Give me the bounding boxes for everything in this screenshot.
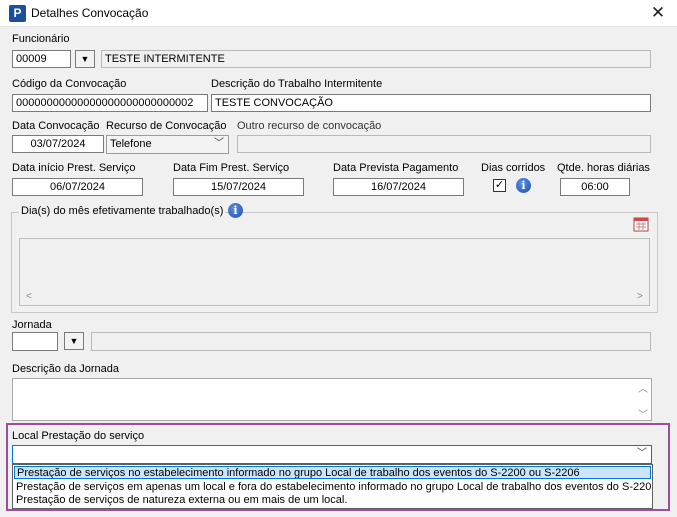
data-fim-field[interactable]: 15/07/2024 [173,178,304,196]
funcionario-label: Funcionário [12,33,70,45]
data-pagamento-field[interactable]: 16/07/2024 [333,178,464,196]
close-icon[interactable]: ✕ [643,1,673,25]
funcionario-lookup-button[interactable]: ▼ [75,50,95,68]
descricao-jornada-label: Descrição da Jornada [12,363,120,375]
local-prestacao-options: Prestação de serviços no estabelecimento… [12,464,653,509]
data-convocacao-field[interactable]: 03/07/2024 [12,135,104,153]
jornada-code-field[interactable] [12,332,58,351]
scroll-right-icon[interactable]: > [637,291,643,302]
data-pagamento-label: Data Prevista Pagamento [333,162,459,174]
descricao-jornada-textarea[interactable] [12,378,652,421]
data-fim-label: Data Fim Prest. Serviço [173,162,290,174]
dias-corridos-checkbox[interactable]: ✓ [493,179,506,192]
dias-corridos-label: Dias corridos [481,162,546,174]
app-logo-icon: P [9,5,26,22]
recurso-select[interactable]: Telefone ﹀ [106,135,229,154]
qtde-horas-field[interactable]: 06:00 [560,178,630,196]
dias-mes-grid[interactable] [19,238,650,306]
window-title: Detalhes Convocação [31,6,149,20]
data-inicio-field[interactable]: 06/07/2024 [12,178,143,196]
jornada-name-field [91,332,651,351]
jornada-label: Jornada [12,319,52,331]
scroll-down-icon[interactable]: ﹀ [638,406,648,421]
local-option-3[interactable]: Prestação de serviços de natureza extern… [14,494,651,507]
chevron-down-icon: ﹀ [214,138,224,149]
info-icon[interactable]: i [516,178,531,193]
descricao-trabalho-label: Descrição do Trabalho Intermitente [211,78,383,90]
local-option-2[interactable]: Prestação de serviços em apenas um local… [14,481,651,494]
scroll-left-icon[interactable]: < [26,291,32,302]
local-prestacao-label: Local Prestação do serviço [12,430,145,442]
local-option-1[interactable]: Prestação de serviços no estabelecimento… [14,466,651,479]
data-convocacao-label: Data Convocação [12,120,100,132]
data-inicio-label: Data início Prest. Serviço [12,162,136,174]
dias-mes-label: Dia(s) do mês efetivamente trabalhado(s) [19,205,226,217]
jornada-lookup-button[interactable]: ▼ [64,332,84,350]
local-prestacao-select[interactable]: ﹀ [12,445,652,464]
outro-recurso-field [237,135,651,153]
descricao-trabalho-field[interactable]: TESTE CONVOCAÇÃO [211,94,651,112]
codigo-field[interactable]: 00000000000000000000000000002 [12,94,208,112]
outro-recurso-label: Outro recurso de convocação [237,120,382,132]
qtde-horas-label: Qtde. horas diárias [557,162,650,174]
codigo-label: Código da Convocação [12,78,127,90]
funcionario-code-field[interactable]: 00009 [12,50,71,68]
recurso-label: Recurso de Convocação [106,120,227,132]
info-icon[interactable]: i [228,203,243,218]
calendar-icon[interactable] [633,216,649,232]
chevron-down-icon: ﹀ [637,448,647,459]
funcionario-name-field: TESTE INTERMITENTE [101,50,651,68]
scroll-up-icon[interactable]: ︿ [638,380,648,395]
recurso-value: Telefone [110,138,152,150]
